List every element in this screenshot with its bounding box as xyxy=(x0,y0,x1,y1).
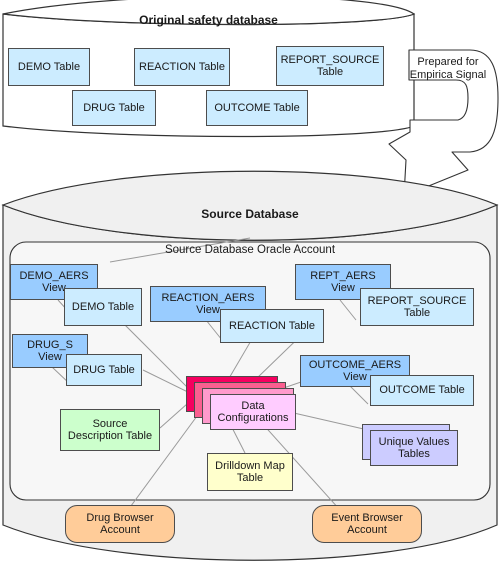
reaction-table: REACTION Table xyxy=(220,309,324,343)
event-browser-account: Event Browser Account xyxy=(312,505,422,543)
unique-values-tables: Unique Values Tables xyxy=(370,430,458,466)
unique-values-stack: Unique Values Tables xyxy=(362,424,462,470)
top-reaction-table: REACTION Table xyxy=(134,48,230,86)
diagram-canvas: Original safety database DEMO Table REAC… xyxy=(0,0,500,572)
top-drug-table: DRUG Table xyxy=(72,90,156,126)
drug-table: DRUG Table xyxy=(66,354,142,386)
top-report-source-table: REPORT_SOURCE Table xyxy=(276,46,384,86)
oracle-account-title: Source Database Oracle Account xyxy=(164,244,336,256)
source-description-table: Source Description Table xyxy=(60,409,160,451)
bottom-cylinder-title: Source Database xyxy=(201,207,299,221)
demo-table: DEMO Table xyxy=(64,288,142,326)
arrow-label: Prepared for Empirica Signal xyxy=(409,56,487,82)
data-configurations-stack: Data Configurations xyxy=(186,376,296,430)
data-configurations: Data Configurations xyxy=(210,394,296,430)
drug-browser-account: Drug Browser Account xyxy=(65,505,175,543)
report-source-table: REPORT_SOURCE Table xyxy=(360,288,474,326)
drilldown-map-table: Drilldown Map Table xyxy=(207,453,293,491)
top-demo-table: DEMO Table xyxy=(8,48,90,86)
top-outcome-table: OUTCOME Table xyxy=(206,90,308,126)
outcome-table: OUTCOME Table xyxy=(370,375,474,406)
top-cylinder-title: Original safety database xyxy=(139,13,278,27)
